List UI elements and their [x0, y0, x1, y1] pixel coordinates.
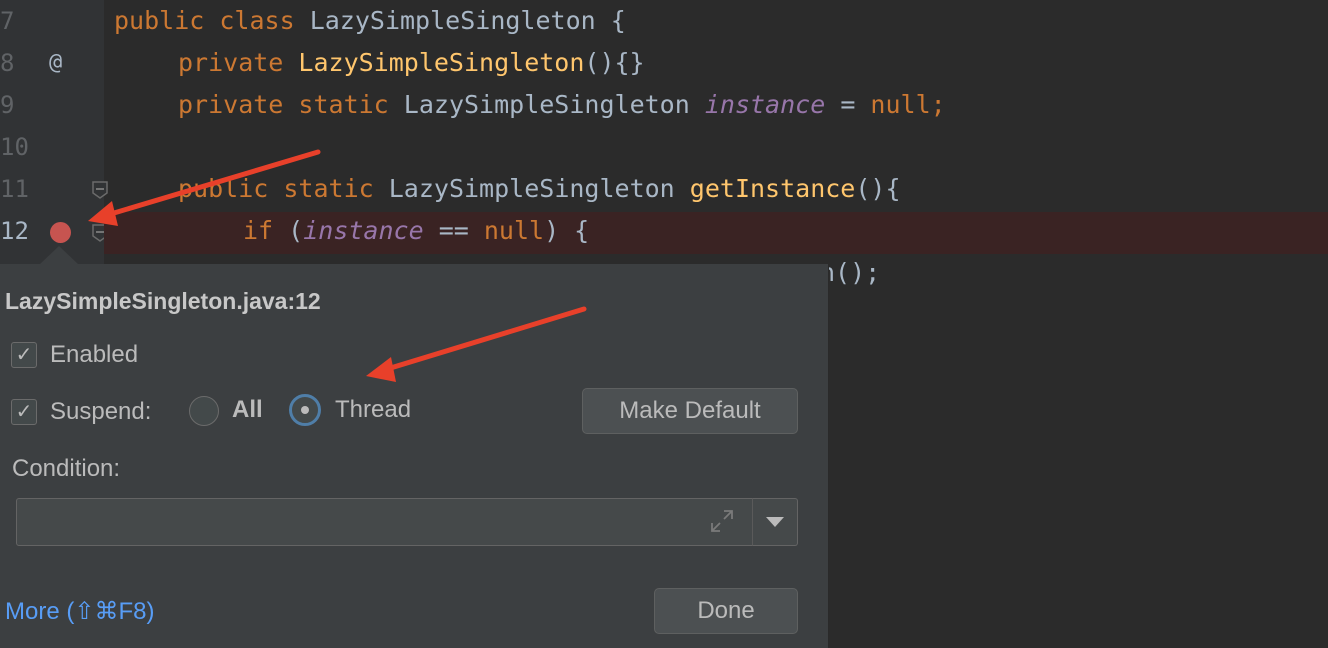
- condition-history-dropdown[interactable]: [752, 498, 798, 546]
- enabled-label: Enabled: [50, 341, 139, 368]
- suspend-thread-radio[interactable]: [289, 394, 321, 426]
- chevron-down-icon: [766, 517, 784, 527]
- done-button[interactable]: Done: [654, 588, 798, 634]
- line-number: 10: [0, 133, 29, 161]
- condition-label: Condition:: [12, 455, 121, 482]
- enabled-checkbox[interactable]: ✓: [11, 342, 37, 368]
- expand-icon[interactable]: [709, 508, 735, 534]
- popup-pointer: [39, 246, 79, 265]
- line-number: 9: [0, 91, 15, 119]
- line-number: 7: [0, 7, 15, 35]
- code-line-13-partial: n();: [820, 258, 881, 287]
- breakpoint-icon[interactable]: [50, 222, 71, 243]
- code-line-8: private LazySimpleSingleton(){}: [178, 48, 645, 77]
- line-number: 11: [0, 175, 29, 203]
- breakpoint-popup: LazySimpleSingleton.java:12 ✓ Enabled ✓ …: [0, 264, 829, 648]
- suspend-checkbox[interactable]: ✓: [11, 399, 37, 425]
- code-line-11: public static LazySimpleSingleton getIns…: [178, 174, 901, 203]
- radio-selected-dot: [301, 406, 309, 414]
- make-default-button[interactable]: Make Default: [582, 388, 798, 434]
- popup-title: LazySimpleSingleton.java:12: [5, 288, 321, 314]
- line-number-current: 12: [0, 217, 29, 245]
- line-number: 8: [0, 49, 15, 77]
- condition-input[interactable]: [16, 498, 754, 546]
- suspend-all-label: All: [232, 396, 263, 423]
- code-line-7: public class LazySimpleSingleton {: [114, 6, 626, 35]
- code-line-12: if (instance == null) {: [243, 216, 590, 245]
- suspend-all-radio[interactable]: [189, 396, 219, 426]
- more-link[interactable]: More (⇧⌘F8): [5, 597, 154, 626]
- override-marker-icon[interactable]: @: [49, 42, 62, 84]
- suspend-label: Suspend:: [50, 398, 152, 425]
- suspend-thread-label: Thread: [335, 396, 412, 423]
- code-line-9: private static LazySimpleSingleton insta…: [178, 90, 946, 119]
